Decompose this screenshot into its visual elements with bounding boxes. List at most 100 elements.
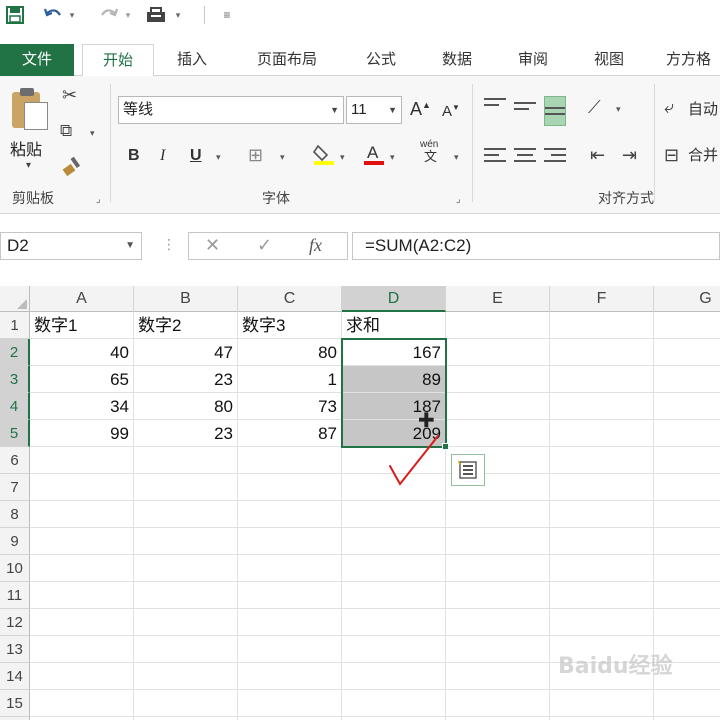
font-launcher-icon[interactable]: ⌟ [456, 194, 461, 205]
orientation-icon[interactable]: ⟋ [588, 98, 601, 116]
cell-b6[interactable] [134, 447, 238, 474]
bold-button[interactable]: B [128, 148, 140, 164]
cell-d15[interactable] [342, 690, 446, 717]
row-header-6[interactable]: 6 [0, 447, 30, 474]
align-bottom-icon[interactable] [544, 96, 566, 126]
cell-g9[interactable] [654, 528, 720, 555]
undo-icon[interactable] [42, 4, 64, 26]
cell-f3[interactable] [550, 366, 654, 393]
tab-fangfangge[interactable]: 方方格 [656, 44, 720, 76]
cell-b14[interactable] [134, 663, 238, 690]
cell-e15[interactable] [446, 690, 550, 717]
cell-c14[interactable] [238, 663, 342, 690]
row-header-5[interactable]: 5 [0, 420, 30, 447]
cell-a14[interactable] [30, 663, 134, 690]
column-header-b[interactable]: B [134, 286, 238, 312]
cell-b13[interactable] [134, 636, 238, 663]
clipboard-launcher-icon[interactable]: ⌟ [96, 194, 101, 205]
form-icon[interactable] [144, 4, 170, 26]
column-header-f[interactable]: F [550, 286, 654, 312]
cell-d3[interactable]: 89 [342, 366, 446, 393]
save-icon[interactable] [4, 4, 26, 26]
tab-review[interactable]: 审阅 [502, 44, 564, 76]
row-header-2[interactable]: 2 [0, 339, 30, 366]
underline-button[interactable]: U [190, 148, 202, 164]
column-header-a[interactable]: A [30, 286, 134, 312]
tab-insert[interactable]: 插入 [160, 44, 224, 76]
font-name-combo[interactable]: 等线 ▼ [118, 96, 344, 124]
cell-b2[interactable]: 47 [134, 339, 238, 366]
decrease-font-icon[interactable]: A▼ [442, 104, 460, 120]
form-dropdown-icon[interactable]: ▾ [172, 4, 184, 26]
orientation-dropdown-icon[interactable]: ▾ [616, 104, 621, 115]
cell-c12[interactable] [238, 609, 342, 636]
cell-f5[interactable] [550, 420, 654, 447]
cell-d10[interactable] [342, 555, 446, 582]
underline-dropdown-icon[interactable]: ▾ [216, 152, 221, 163]
cell-b10[interactable] [134, 555, 238, 582]
row-header-12[interactable]: 12 [0, 609, 30, 636]
cell-e12[interactable] [446, 609, 550, 636]
cell-b12[interactable] [134, 609, 238, 636]
cell-g1[interactable] [654, 312, 720, 339]
cell-a11[interactable] [30, 582, 134, 609]
row-header-1[interactable]: 1 [0, 312, 30, 339]
cell-f8[interactable] [550, 501, 654, 528]
cell-e14[interactable] [446, 663, 550, 690]
cell-f11[interactable] [550, 582, 654, 609]
cell-e1[interactable] [446, 312, 550, 339]
cell-g4[interactable] [654, 393, 720, 420]
insert-function-icon[interactable]: fx [309, 235, 322, 256]
cell-g15[interactable] [654, 690, 720, 717]
cell-a7[interactable] [30, 474, 134, 501]
select-all-button[interactable] [0, 286, 30, 312]
cell-g3[interactable] [654, 366, 720, 393]
cell-d8[interactable] [342, 501, 446, 528]
cell-c5[interactable]: 87 [238, 420, 342, 447]
row-header-3[interactable]: 3 [0, 366, 30, 393]
cell-a12[interactable] [30, 609, 134, 636]
paste-button[interactable]: 粘贴 ▾ [6, 88, 54, 178]
cell-c13[interactable] [238, 636, 342, 663]
cell-a6[interactable] [30, 447, 134, 474]
font-size-combo[interactable]: 11 ▼ [346, 96, 402, 124]
cut-icon[interactable]: ✂ [62, 86, 77, 104]
cell-d14[interactable] [342, 663, 446, 690]
row-header-10[interactable]: 10 [0, 555, 30, 582]
tab-file[interactable]: 文件 [0, 44, 74, 76]
row-header-7[interactable]: 7 [0, 474, 30, 501]
cell-g7[interactable] [654, 474, 720, 501]
wrap-text-label[interactable]: 自动 [688, 102, 718, 117]
cell-a2[interactable]: 40 [30, 339, 134, 366]
cell-a8[interactable] [30, 501, 134, 528]
cell-f1[interactable] [550, 312, 654, 339]
cell-e10[interactable] [446, 555, 550, 582]
name-box-dropdown-icon[interactable]: ▼ [125, 233, 135, 259]
cell-c7[interactable] [238, 474, 342, 501]
cell-a15[interactable] [30, 690, 134, 717]
increase-indent-icon[interactable]: ⇥ [622, 146, 637, 164]
fill-color-icon[interactable] [312, 142, 336, 169]
cell-g8[interactable] [654, 501, 720, 528]
cell-c6[interactable] [238, 447, 342, 474]
cell-b9[interactable] [134, 528, 238, 555]
paste-dropdown-icon[interactable]: ▾ [26, 160, 31, 171]
tab-home[interactable]: 开始 [82, 44, 154, 77]
cell-e13[interactable] [446, 636, 550, 663]
wrap-text-icon[interactable]: ⤶ [664, 98, 674, 116]
tab-view[interactable]: 视图 [578, 44, 640, 76]
cell-g2[interactable] [654, 339, 720, 366]
increase-font-icon[interactable]: A▲ [410, 100, 431, 118]
cell-c2[interactable]: 80 [238, 339, 342, 366]
tab-page-layout[interactable]: 页面布局 [240, 44, 334, 76]
cell-f4[interactable] [550, 393, 654, 420]
cell-f6[interactable] [550, 447, 654, 474]
copy-dropdown-icon[interactable]: ▾ [90, 128, 95, 139]
formula-input[interactable]: =SUM(A2:C2) [352, 232, 720, 260]
cell-a3[interactable]: 65 [30, 366, 134, 393]
quick-analysis-button[interactable] [451, 454, 485, 486]
align-center-icon[interactable] [514, 148, 536, 166]
cell-b3[interactable]: 23 [134, 366, 238, 393]
cell-c8[interactable] [238, 501, 342, 528]
cell-g10[interactable] [654, 555, 720, 582]
